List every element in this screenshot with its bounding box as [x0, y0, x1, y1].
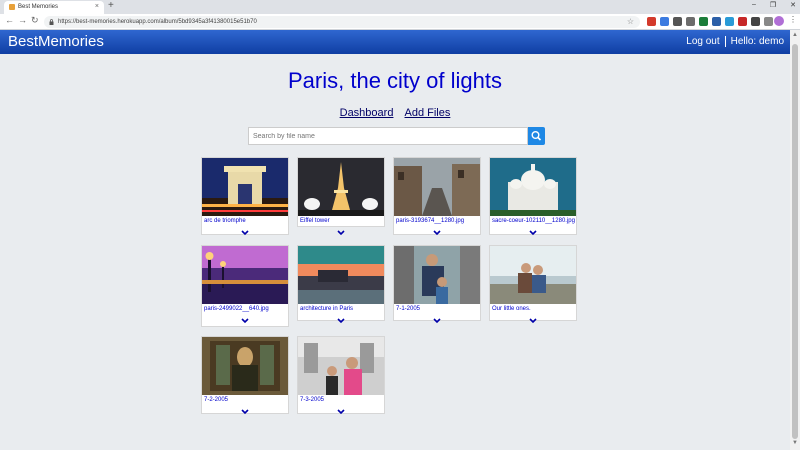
photo-thumbnail[interactable] — [298, 246, 384, 304]
chevron-down-icon — [337, 409, 345, 415]
photo-caption: 7-2-2005 — [204, 397, 229, 403]
extension-icon[interactable] — [738, 17, 747, 26]
photo-thumbnail[interactable] — [202, 158, 288, 216]
photo-caption: Our little ones. — [492, 306, 531, 312]
photo-card[interactable]: sacre-coeur-102110__1280.jpg — [489, 157, 577, 236]
photo-card[interactable]: 7-3-2005 — [297, 336, 385, 415]
photo-card[interactable]: 7-1-2005 — [393, 245, 481, 324]
photo-options-button[interactable] — [202, 403, 288, 415]
extension-icon[interactable] — [712, 17, 721, 26]
profile-avatar[interactable] — [774, 16, 784, 26]
window-controls: – ❐ ✕ — [752, 1, 796, 9]
extension-icon[interactable] — [647, 17, 656, 26]
photo-caption: paris-2499022__640.jpg — [204, 306, 269, 312]
add-files-link[interactable]: Add Files — [405, 107, 451, 119]
close-window-button[interactable]: ✕ — [790, 1, 796, 9]
photo-options-button[interactable] — [202, 312, 288, 324]
dashboard-link[interactable]: Dashboard — [340, 107, 394, 119]
browser-tab[interactable]: Best Memories × — [4, 1, 104, 14]
extension-icon[interactable] — [699, 17, 708, 26]
photo-card[interactable]: paris-3193674__1280.jpg — [393, 157, 481, 236]
app-header: BestMemories Log out Hello: demo — [0, 30, 790, 54]
photo-options-button[interactable] — [298, 224, 384, 236]
photo-options-button[interactable] — [202, 224, 288, 236]
extension-icons — [647, 17, 773, 26]
extension-icon[interactable] — [660, 17, 669, 26]
scroll-thumb[interactable] — [792, 44, 798, 439]
photo-thumbnail[interactable] — [202, 337, 288, 395]
url-text: https://best-memories.herokuapp.com/albu… — [58, 19, 257, 25]
reload-icon[interactable]: ↻ — [31, 15, 39, 26]
browser-toolbar: ← → ↻ https://best-memories.herokuapp.co… — [0, 14, 800, 30]
photo-caption: arc de triomphe — [204, 218, 246, 224]
photo-card[interactable]: paris-2499022__640.jpg — [201, 245, 289, 327]
header-divider — [724, 36, 726, 47]
bookmark-star-icon[interactable]: ☆ — [627, 17, 634, 26]
chevron-down-icon — [241, 230, 249, 236]
album-nav-links: Dashboard Add Files — [0, 107, 790, 119]
user-greeting: Hello: demo — [730, 36, 784, 47]
photo-caption: paris-3193674__1280.jpg — [396, 218, 465, 224]
search-input[interactable] — [248, 127, 528, 145]
browser-menu-icon[interactable]: ⋮ — [789, 15, 797, 24]
photo-options-button[interactable] — [298, 312, 384, 324]
address-bar[interactable]: https://best-memories.herokuapp.com/albu… — [44, 16, 640, 28]
extension-icon[interactable] — [725, 17, 734, 26]
photo-thumbnail[interactable] — [490, 158, 576, 216]
photo-caption: 7-3-2005 — [300, 397, 325, 403]
photo-caption: 7-1-2005 — [396, 306, 421, 312]
browser-tab-bar: Best Memories × + – ❐ ✕ — [0, 0, 800, 14]
chevron-down-icon — [529, 318, 537, 324]
photo-options-button[interactable] — [394, 224, 480, 236]
photo-thumbnail[interactable] — [298, 158, 384, 216]
chevron-down-icon — [433, 318, 441, 324]
photo-card[interactable]: 7-2-2005 — [201, 336, 289, 415]
tab-close-icon[interactable]: × — [95, 3, 99, 10]
photo-thumbnail[interactable] — [202, 246, 288, 304]
photo-thumbnail[interactable] — [298, 337, 384, 395]
chevron-down-icon — [241, 409, 249, 415]
scroll-up-icon[interactable]: ▲ — [792, 32, 798, 38]
extension-icon[interactable] — [764, 17, 773, 26]
photo-thumbnail[interactable] — [394, 158, 480, 216]
extension-icon[interactable] — [673, 17, 682, 26]
lock-icon — [49, 19, 54, 25]
photo-caption: architecture in Paris — [300, 306, 354, 312]
photo-caption: sacre-coeur-102110__1280.jpg — [492, 218, 575, 224]
search-button[interactable] — [528, 127, 545, 145]
photo-card[interactable]: arc de triomphe — [201, 157, 289, 236]
chevron-down-icon — [337, 230, 345, 236]
chevron-down-icon — [241, 318, 249, 324]
logout-link[interactable]: Log out — [686, 36, 719, 47]
photo-options-button[interactable] — [490, 224, 576, 236]
maximize-button[interactable]: ❐ — [770, 1, 776, 9]
new-tab-button[interactable]: + — [108, 0, 114, 11]
back-icon[interactable]: ← — [5, 15, 14, 25]
search-icon — [531, 130, 542, 141]
extension-icon[interactable] — [686, 17, 695, 26]
minimize-button[interactable]: – — [752, 1, 756, 9]
photo-card[interactable]: architecture in Paris — [297, 245, 385, 324]
brand-logo[interactable]: BestMemories — [8, 33, 104, 50]
scroll-down-icon[interactable]: ▼ — [792, 440, 798, 446]
search-bar — [248, 127, 546, 145]
chevron-down-icon — [529, 230, 537, 236]
page-scrollbar[interactable]: ▲ ▼ — [790, 30, 800, 450]
photo-options-button[interactable] — [394, 312, 480, 324]
photo-card[interactable]: Our little ones. — [489, 245, 577, 324]
forward-icon[interactable]: → — [18, 15, 27, 25]
tab-title: Best Memories — [18, 4, 59, 10]
photo-options-button[interactable] — [490, 312, 576, 324]
extension-icon[interactable] — [751, 17, 760, 26]
photo-caption: Eiffel tower — [300, 218, 330, 224]
photo-options-button[interactable] — [298, 403, 384, 415]
album-title: Paris, the city of lights — [288, 68, 502, 93]
photo-thumbnail[interactable] — [394, 246, 480, 304]
chevron-down-icon — [337, 318, 345, 324]
chevron-down-icon — [433, 230, 441, 236]
favicon-icon — [9, 4, 15, 10]
photo-thumbnail[interactable] — [490, 246, 576, 304]
photo-card[interactable]: Eiffel tower — [297, 157, 385, 236]
